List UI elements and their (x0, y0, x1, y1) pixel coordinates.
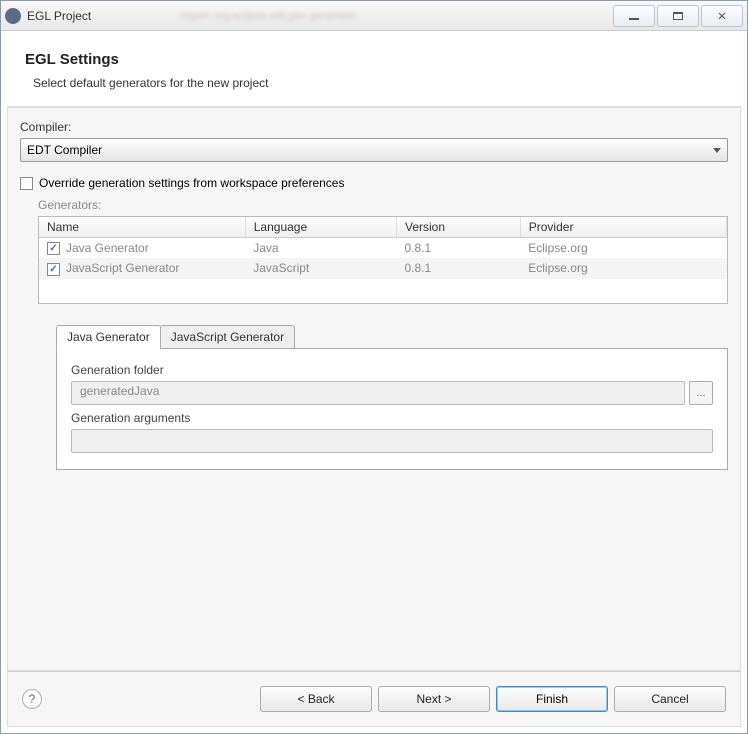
tab-strip: Java Generator JavaScript Generator (56, 325, 728, 349)
chevron-down-icon (713, 148, 721, 153)
tabs-section: Java Generator JavaScript Generator Gene… (56, 324, 728, 470)
cell-language: Java (245, 238, 396, 259)
row-checkbox[interactable] (47, 242, 60, 255)
override-label: Override generation settings from worksp… (39, 176, 344, 190)
minimize-icon (629, 18, 639, 20)
close-icon: ✕ (718, 8, 726, 24)
maximize-icon (673, 12, 683, 20)
generation-arguments-input[interactable] (71, 429, 713, 453)
cell-name: JavaScript Generator (66, 261, 179, 275)
next-button[interactable]: Next > (378, 686, 490, 712)
compiler-selected-value: EDT Compiler (27, 143, 102, 157)
tab-java-generator[interactable]: Java Generator (56, 325, 161, 349)
finish-button[interactable]: Finish (496, 686, 608, 712)
generators-section: Generators: Name Language Version Provid… (38, 198, 728, 470)
generation-arguments-label: Generation arguments (71, 411, 713, 425)
tab-panel: Generation folder generatedJava ... Gene… (56, 348, 728, 470)
cell-provider: Eclipse.org (520, 238, 726, 259)
window-title: EGL Project (27, 9, 611, 23)
wizard-window: import org.eclipse.edt.gen.generator EGL… (0, 0, 748, 734)
cell-provider: Eclipse.org (520, 258, 726, 278)
compiler-select[interactable]: EDT Compiler (20, 138, 728, 162)
window-controls: ✕ (611, 5, 743, 27)
cell-version: 0.8.1 (397, 258, 521, 278)
cell-version: 0.8.1 (397, 238, 521, 259)
titlebar: EGL Project ✕ (1, 1, 747, 31)
maximize-button[interactable] (657, 5, 699, 27)
col-language[interactable]: Language (245, 217, 396, 238)
generation-folder-input[interactable]: generatedJava (71, 381, 685, 405)
help-button[interactable]: ? (22, 689, 42, 709)
browse-button[interactable]: ... (689, 381, 713, 405)
col-provider[interactable]: Provider (520, 217, 726, 238)
cell-name: Java Generator (66, 241, 149, 255)
table-row[interactable]: JavaScript Generator JavaScript 0.8.1 Ec… (39, 258, 727, 278)
generators-table-container: Name Language Version Provider Java Gene… (38, 216, 728, 304)
page-title: EGL Settings (25, 51, 723, 68)
compiler-label: Compiler: (20, 120, 728, 134)
close-button[interactable]: ✕ (701, 5, 743, 27)
col-version[interactable]: Version (397, 217, 521, 238)
generation-folder-label: Generation folder (71, 363, 713, 377)
wizard-header: EGL Settings Select default generators f… (7, 37, 741, 107)
back-button[interactable]: < Back (260, 686, 372, 712)
col-name[interactable]: Name (39, 217, 245, 238)
table-row[interactable]: Java Generator Java 0.8.1 Eclipse.org (39, 238, 727, 259)
generators-label: Generators: (38, 198, 728, 212)
page-description: Select default generators for the new pr… (33, 76, 723, 90)
override-row: Override generation settings from worksp… (20, 176, 728, 190)
cancel-button[interactable]: Cancel (614, 686, 726, 712)
help-icon: ? (29, 692, 36, 706)
tab-javascript-generator[interactable]: JavaScript Generator (160, 325, 295, 349)
row-checkbox[interactable] (47, 263, 60, 276)
content-area: Compiler: EDT Compiler Override generati… (7, 107, 741, 671)
generators-table: Name Language Version Provider Java Gene… (39, 217, 727, 279)
minimize-button[interactable] (613, 5, 655, 27)
override-checkbox[interactable] (20, 177, 33, 190)
app-icon (5, 8, 21, 24)
button-bar: ? < Back Next > Finish Cancel (7, 671, 741, 727)
cell-language: JavaScript (245, 258, 396, 278)
